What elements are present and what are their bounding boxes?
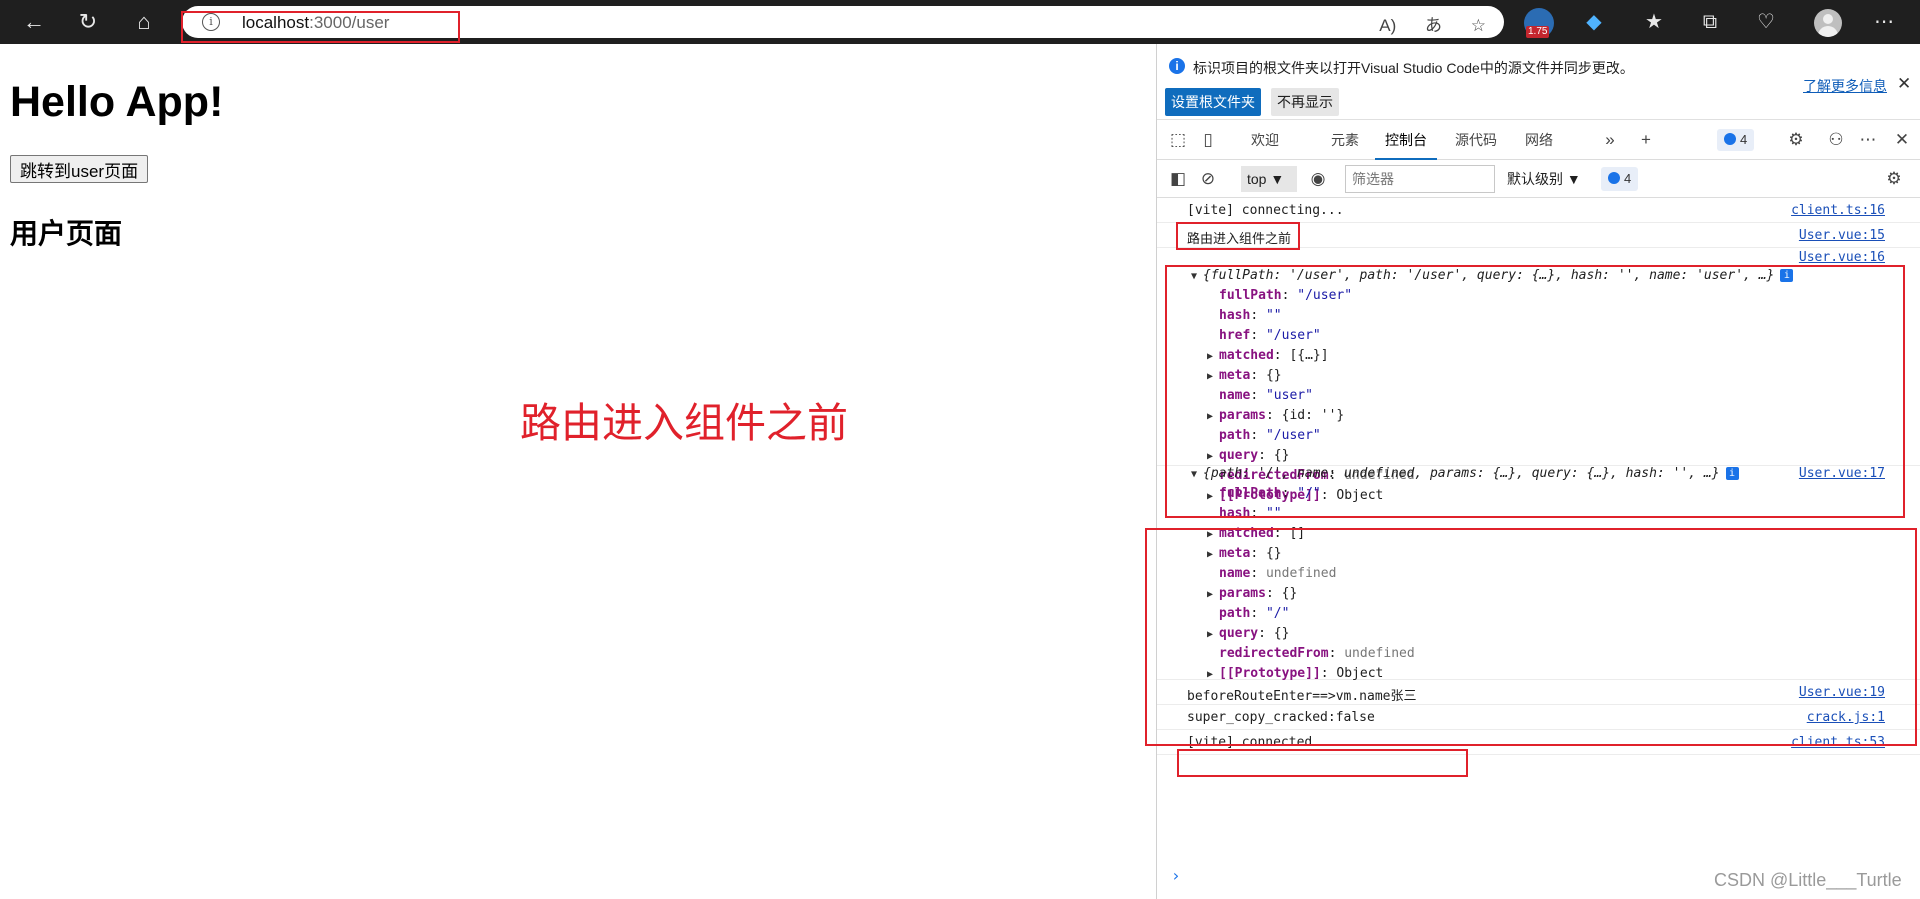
log-text: [vite] connecting... [1187,203,1344,218]
infobar-message: 标识项目的根文件夹以打开Visual Studio Code中的源文件并同步更改… [1193,60,1634,76]
log-row: [vite] connecting... client.ts:16 [1157,198,1920,223]
context-selector[interactable]: top ▼ [1241,166,1297,192]
translate-icon[interactable]: あ [1425,16,1442,35]
info-icon: i [1169,58,1185,74]
health-icon[interactable]: ♡ [1752,8,1780,36]
jump-to-user-button[interactable]: 跳转到user页面 [10,155,149,183]
learn-more-link[interactable]: 了解更多信息 [1803,76,1887,96]
web-page: Hello App! 跳转到user页面 用户页面 路由进入组件之前 [0,44,1156,899]
favorites-icon[interactable]: ★ [1640,8,1668,36]
devtools-infobar: i 标识项目的根文件夹以打开Visual Studio Code中的源文件并同步… [1157,44,1920,120]
page-heading: Hello App! [10,78,224,126]
set-root-folder-button[interactable]: 设置根文件夹 [1165,88,1261,116]
issue-count: 4 [1624,171,1632,186]
tab-welcome[interactable]: 欢迎 [1241,120,1289,160]
profile-avatar[interactable] [1814,9,1842,37]
more-options-icon[interactable]: ⋯ [1857,129,1879,151]
message-count-badge[interactable]: 4 [1717,129,1755,151]
context-value: top [1247,171,1267,187]
tab-sources[interactable]: 源代码 [1445,120,1507,160]
extension-badge-count: 1.75 [1526,26,1550,38]
console-settings-icon[interactable]: ⚙ [1883,168,1905,190]
clear-console-icon[interactable]: ⊘ [1197,168,1219,190]
device-emulation-icon[interactable]: ▯ [1197,129,1219,151]
annotation-box-vm [1177,749,1468,777]
devtools-tabbar: ⬚ ▯ 欢迎 元素 控制台 源代码 网络 » + 4 ⚙ ⚇ ⋯ ✕ [1157,120,1920,160]
settings-icon[interactable]: ⚙ [1785,129,1807,151]
tab-elements[interactable]: 元素 [1321,120,1369,160]
chevron-down-icon: ▼ [1566,171,1581,187]
tab-console[interactable]: 控制台 [1375,120,1437,160]
collections-icon[interactable]: ⧉ [1696,8,1724,36]
screen: ← ↻ ⌂ i localhost:3000/user A) あ ☆ 1.75 … [0,0,1920,899]
annotation-box-log [1176,222,1300,250]
chevron-down-icon: ▼ [1270,171,1285,187]
favorite-add-icon[interactable]: ☆ [1471,16,1486,35]
more-tabs-icon[interactable]: » [1599,129,1621,151]
close-icon[interactable]: ✕ [1897,74,1911,94]
issue-count-badge[interactable]: 4 [1601,167,1639,191]
filter-input[interactable] [1345,165,1495,193]
refresh-icon[interactable]: ↻ [72,6,104,38]
extension-badge-icon[interactable]: 1.75 [1524,8,1554,38]
log-level-selector[interactable]: 默认级别 ▼ [1507,166,1581,192]
sidebar-toggle-icon[interactable]: ◧ [1167,168,1189,190]
home-icon[interactable]: ⌂ [128,6,160,38]
message-icon [1724,133,1736,145]
log-source-link[interactable]: User.vue:15 [1799,228,1885,243]
back-icon[interactable]: ← [18,6,50,38]
log-source-link[interactable]: client.ts:16 [1791,203,1885,218]
customize-icon[interactable]: ⚇ [1825,129,1847,151]
message-icon [1608,172,1620,184]
eye-icon[interactable]: ◉ [1307,168,1329,190]
page-subheading: 用户页面 [10,218,123,249]
message-count: 4 [1740,132,1748,147]
add-tab-icon[interactable]: + [1635,129,1657,151]
console-prompt-icon[interactable]: › [1171,866,1181,885]
log-source-link[interactable]: User.vue:16 [1799,250,1885,265]
log-level-value: 默认级别 [1507,171,1563,187]
dont-show-again-button[interactable]: 不再显示 [1271,88,1339,116]
annotation-box-from [1145,528,1917,746]
inspect-element-icon[interactable]: ⬚ [1167,129,1189,151]
address-tools: A) あ ☆ [1355,11,1486,36]
console-filterbar: ◧ ⊘ top ▼ ◉ 默认级别 ▼ 4 ⚙ [1157,160,1920,198]
watermark: CSDN @Little___Turtle [1714,870,1902,890]
diamond-extension-icon[interactable]: ◆ [1580,8,1608,36]
annotation-box-url [181,11,460,43]
more-menu-icon[interactable]: ⋯ [1870,8,1898,36]
tab-network[interactable]: 网络 [1515,120,1563,160]
annotation-text: 路由进入组件之前 [520,400,848,446]
close-devtools-icon[interactable]: ✕ [1891,129,1913,151]
read-aloud-icon[interactable]: A) [1379,16,1396,35]
annotation-box-to [1165,265,1905,518]
